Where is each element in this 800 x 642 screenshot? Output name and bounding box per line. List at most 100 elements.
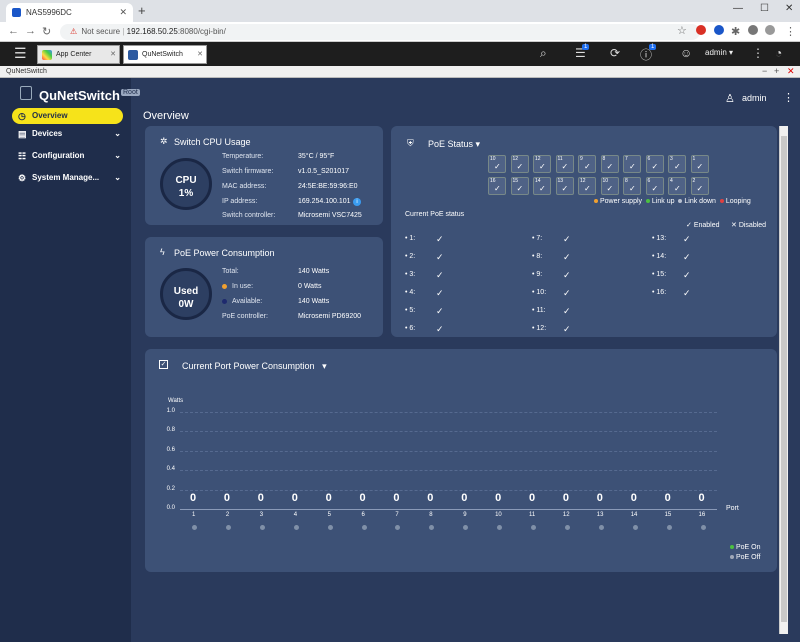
- port-status-row: • 4:: [405, 289, 415, 296]
- minimize-window-icon[interactable]: —: [733, 3, 743, 14]
- qts-user-menu[interactable]: admin ▾: [705, 48, 733, 57]
- close-window-icon[interactable]: ✕: [785, 3, 793, 14]
- more-options-icon[interactable]: ⋮: [783, 91, 794, 104]
- close-tab-icon[interactable]: ✕: [119, 3, 127, 22]
- port-status-row: • 2:: [405, 253, 415, 260]
- tasks-icon[interactable]: ☰ 1: [575, 44, 590, 60]
- url-input[interactable]: ⚠ Not secure | 192.168.50.25:8080/cgi-bi…: [60, 24, 700, 40]
- poe-status-legend: Power supply Link up Link down Looping: [594, 198, 751, 205]
- new-tab-button[interactable]: +: [138, 3, 146, 18]
- bar-value-label: 0: [495, 492, 502, 504]
- browser-tab[interactable]: NAS5996DC ✕: [6, 3, 133, 22]
- x-tick-label: 12: [562, 512, 570, 518]
- switch-port[interactable]: 13 ✓: [555, 177, 574, 195]
- switch-port[interactable]: 6 ✓: [645, 155, 664, 173]
- switch-port[interactable]: 9 ✓: [578, 155, 596, 173]
- firmware-label: Switch firmware:: [222, 168, 274, 175]
- switch-controller-label: Switch controller:: [222, 212, 276, 219]
- enabled-check-icon: ✓: [436, 306, 444, 316]
- enabled-check-icon: ✓: [436, 270, 444, 280]
- search-icon[interactable]: ⌕: [540, 46, 547, 61]
- grid-line: [180, 470, 717, 472]
- scrollbar-thumb[interactable]: [781, 136, 787, 622]
- bookmark-star-icon[interactable]: ☆: [677, 24, 687, 37]
- extension-icon[interactable]: [714, 25, 724, 35]
- x-tick-label: 11: [529, 512, 536, 518]
- switch-port[interactable]: 12 ✓: [578, 177, 596, 195]
- enabled-check-icon: ✓: [436, 288, 444, 298]
- user-icon[interactable]: ☺: [680, 46, 692, 60]
- port-number: 9: [580, 156, 583, 162]
- window-close-icon[interactable]: ✕: [787, 66, 795, 77]
- notifications-icon[interactable]: ⓘ 1: [640, 44, 657, 63]
- port-power-title[interactable]: Current Port Power Consumption ▾: [182, 361, 327, 372]
- sidebar-item-system-management[interactable]: ⚙ System Manage... ⌄: [0, 169, 131, 187]
- close-tab-icon[interactable]: ✕: [197, 46, 203, 63]
- chevron-down-icon: ⌄: [114, 173, 121, 182]
- profile-extension-icon[interactable]: [748, 25, 758, 35]
- browser-menu-icon[interactable]: ⋮: [785, 25, 796, 38]
- sidebar-item-overview[interactable]: ◷ Overview: [12, 108, 123, 124]
- checkbox-icon[interactable]: ✓: [159, 360, 168, 369]
- sync-icon[interactable]: ⟳: [610, 46, 620, 60]
- back-icon[interactable]: ←: [8, 25, 19, 37]
- switch-port[interactable]: 6 ✓: [645, 177, 664, 195]
- switch-port[interactable]: 8 ✓: [600, 155, 619, 173]
- switch-port[interactable]: 10 ✓: [488, 155, 506, 173]
- total-value: 140 Watts: [298, 268, 330, 275]
- window-maximize-icon[interactable]: +: [774, 66, 779, 76]
- switch-port[interactable]: 14 ✓: [533, 177, 551, 195]
- switch-port[interactable]: 2 ✓: [690, 177, 709, 195]
- available-label: Available:: [232, 298, 263, 305]
- switch-port[interactable]: 3 ✓: [668, 155, 686, 173]
- qts-more-icon[interactable]: ⋮: [752, 46, 764, 60]
- maximize-window-icon[interactable]: ☐: [760, 3, 769, 14]
- legend-poe-on: PoE On: [730, 544, 761, 551]
- account-icon[interactable]: [765, 25, 775, 35]
- port-number: 8: [625, 178, 628, 184]
- window-minimize-icon[interactable]: −: [762, 66, 767, 76]
- switch-port[interactable]: 4 ✓: [668, 177, 686, 195]
- current-poe-status-label: Current PoE status: [405, 211, 465, 218]
- poe-off-dot: [327, 525, 333, 530]
- sidebar-item-devices[interactable]: ▤ Devices ⌄: [0, 125, 131, 143]
- poe-off-dot: [666, 525, 672, 530]
- port-status-row: • 6:: [405, 325, 415, 332]
- x-tick-label: 15: [664, 512, 672, 518]
- poe-status-title[interactable]: PoE Status ▾: [428, 139, 480, 150]
- switch-port[interactable]: 15 ✓: [510, 177, 529, 195]
- vertical-scrollbar[interactable]: [779, 126, 788, 634]
- poe-off-dot: [361, 525, 367, 530]
- x-tick-label: 10: [495, 512, 502, 518]
- user-icon[interactable]: ♙: [725, 92, 735, 105]
- qunetswitch-logo-icon: [20, 86, 32, 100]
- qts-tab-qunetswitch[interactable]: QuNetSwitch ✕: [123, 45, 207, 64]
- dashboard-gauge-icon[interactable]: ◔: [775, 46, 782, 60]
- switch-port[interactable]: 8 ✓: [623, 177, 641, 195]
- in-use-dot: [222, 284, 227, 289]
- sidebar-item-configuration[interactable]: ☷ Configuration ⌄: [0, 147, 131, 165]
- available-value: 140 Watts: [298, 298, 330, 305]
- close-tab-icon[interactable]: ✕: [110, 46, 116, 63]
- x-tick-label: 13: [596, 512, 604, 518]
- switch-port[interactable]: 12 ✓: [533, 155, 551, 173]
- switch-port[interactable]: 10 ✓: [600, 177, 619, 195]
- switch-port[interactable]: 11 ✓: [555, 155, 574, 173]
- switch-port[interactable]: 1 ✓: [690, 155, 709, 173]
- user-name[interactable]: admin: [742, 93, 767, 103]
- adblock-extension-icon[interactable]: [696, 25, 706, 35]
- bar-value-label: 0: [427, 492, 434, 504]
- info-icon[interactable]: i: [353, 198, 361, 206]
- qts-tab-app-center[interactable]: App Center ✕: [37, 45, 120, 64]
- poe-ring-value: 0W: [178, 299, 194, 310]
- forward-icon[interactable]: →: [25, 25, 36, 37]
- poe-off-dot: [700, 525, 706, 530]
- qts-menu-icon[interactable]: ☰: [14, 45, 27, 62]
- port-status-row: • 12:: [532, 325, 546, 332]
- check-icon: ✓: [584, 162, 591, 171]
- switch-port[interactable]: 7 ✓: [623, 155, 641, 173]
- reload-icon[interactable]: ↻: [42, 25, 51, 38]
- switch-port[interactable]: 16 ✓: [488, 177, 506, 195]
- switch-port[interactable]: 12 ✓: [510, 155, 529, 173]
- puzzle-icon[interactable]: ✱: [731, 25, 740, 38]
